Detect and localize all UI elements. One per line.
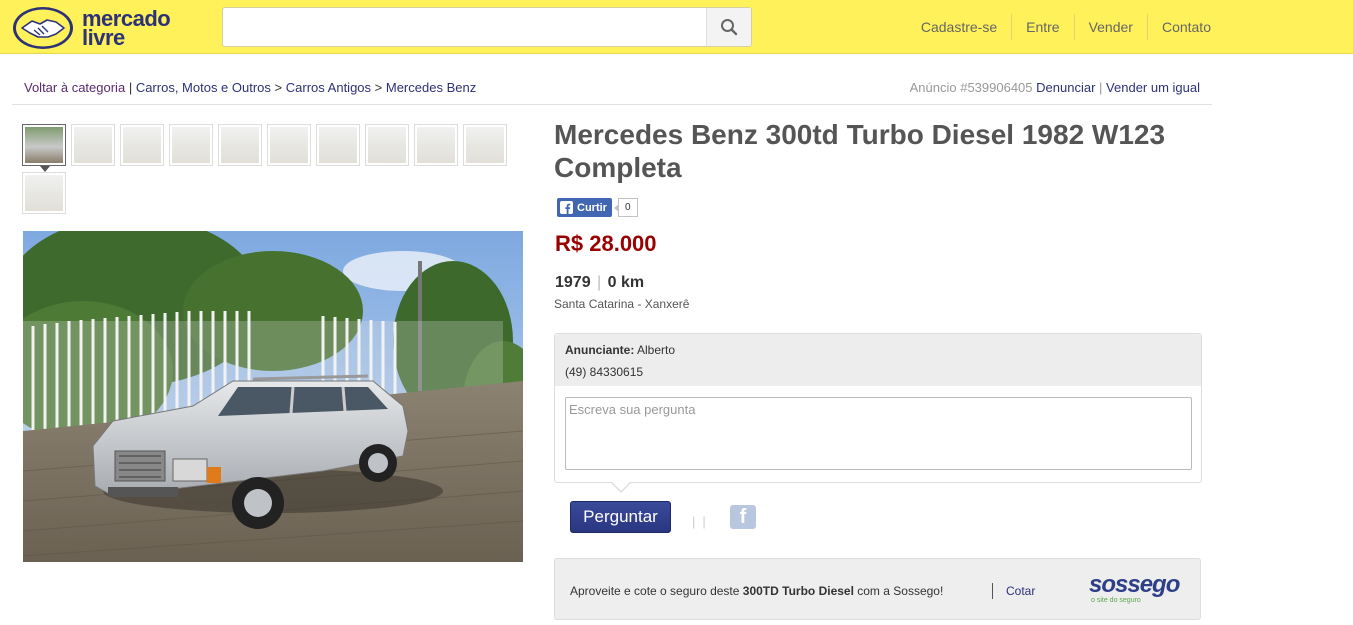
photo-thumbnail[interactable] xyxy=(22,124,66,166)
sossego-wordmark: sossego xyxy=(1089,571,1180,598)
thumbnail-image xyxy=(74,127,112,163)
insurance-banner: Aproveite e cote o seguro deste 300TD Tu… xyxy=(554,558,1201,620)
price: R$ 28.000 xyxy=(555,231,657,256)
breadcrumb: Voltar à categoria | Carros, Motos e Out… xyxy=(24,80,476,95)
top-header: mercado livre Cadastre-se Entre Vender C… xyxy=(0,0,1353,54)
facebook-like-button[interactable]: Curtir xyxy=(557,198,612,217)
nav-contato[interactable]: Contato xyxy=(1146,14,1225,40)
seller-box-pointer-inner xyxy=(611,481,631,491)
seller-name: Alberto xyxy=(637,343,676,357)
photo-thumbnail[interactable] xyxy=(71,124,115,166)
insurance-text-end: com a Sossego! xyxy=(853,584,944,598)
vehicle-specs: 1979 | 0 km xyxy=(555,274,644,292)
thumbnail-image xyxy=(368,127,406,163)
facebook-share-icon[interactable]: f xyxy=(730,505,756,529)
thumbnail-image xyxy=(25,175,63,211)
insurance-model: 300TD Turbo Diesel xyxy=(742,584,854,598)
photo-thumbnail[interactable] xyxy=(463,124,507,166)
search-button[interactable] xyxy=(706,8,751,46)
photo-thumbnail[interactable] xyxy=(120,124,164,166)
seller-phone: (49) 84330615 xyxy=(565,365,644,379)
ad-info-divider: | xyxy=(1099,80,1103,95)
quote-link[interactable]: Cotar xyxy=(1006,584,1035,598)
vehicle-year: 1979 xyxy=(555,274,591,291)
question-textarea[interactable] xyxy=(565,397,1192,470)
vehicle-mileage: 0 km xyxy=(607,274,645,291)
search-bar xyxy=(222,7,752,47)
ad-info: Anúncio #539906405 Denunciar | Vender um… xyxy=(910,80,1200,95)
thumbnail-image xyxy=(466,127,504,163)
nav-cadastre-se[interactable]: Cadastre-se xyxy=(907,14,1011,40)
top-nav: Cadastre-se Entre Vender Contato xyxy=(907,12,1225,42)
ad-id: Anúncio #539906405 xyxy=(909,80,1033,95)
photo-thumbnail[interactable] xyxy=(218,124,262,166)
mercadolivre-logo[interactable]: mercado livre xyxy=(12,5,182,51)
listing-title: Mercedes Benz 300td Turbo Diesel 1982 W1… xyxy=(554,119,1166,183)
photo-thumbnail[interactable] xyxy=(169,124,213,166)
insurance-text-start: Aproveite e cote o seguro deste xyxy=(570,584,743,598)
facebook-like-widget: Curtir 0 xyxy=(557,198,638,217)
photo-thumbnail[interactable] xyxy=(267,124,311,166)
seller-contact-box: Anunciante: Alberto (49) 84330615 xyxy=(554,333,1202,483)
ask-question-button[interactable]: Perguntar xyxy=(570,501,671,533)
specs-divider: | xyxy=(597,274,602,291)
thumbnail-image xyxy=(123,127,161,163)
breadcrumb-separator: > xyxy=(374,80,383,95)
like-label: Curtir xyxy=(577,201,607,214)
breadcrumb-separator: > xyxy=(274,80,283,95)
handshake-logo-icon xyxy=(13,7,73,49)
header-divider xyxy=(12,104,1212,105)
thumbnail-image xyxy=(417,127,455,163)
breadcrumb-item-carros-motos[interactable]: Carros, Motos e Outros xyxy=(136,80,271,95)
facebook-icon xyxy=(560,201,573,214)
location: Santa Catarina - Xanxerê xyxy=(554,297,690,311)
back-to-category-link[interactable]: Voltar à categoria xyxy=(24,80,125,95)
logo-wordmark: mercado livre xyxy=(82,8,171,49)
seller-name-row: Anunciante: Alberto xyxy=(565,343,675,357)
breadcrumb-divider: | xyxy=(128,80,136,95)
breadcrumb-item-mercedes-benz[interactable]: Mercedes Benz xyxy=(386,80,476,95)
thumbnail-image xyxy=(221,127,259,163)
photo-thumbnail[interactable] xyxy=(316,124,360,166)
nav-vender[interactable]: Vender xyxy=(1073,14,1147,40)
photo-thumbnail[interactable] xyxy=(414,124,458,166)
insurance-divider xyxy=(992,583,993,599)
photo-thumbnail[interactable] xyxy=(22,172,66,214)
like-count: 0 xyxy=(614,198,638,217)
seller-label: Anunciante: xyxy=(565,343,635,357)
breadcrumb-item-carros-antigos[interactable]: Carros Antigos xyxy=(286,80,371,95)
active-thumbnail-arrow-icon xyxy=(40,166,50,172)
insurance-text: Aproveite e cote o seguro deste 300TD Tu… xyxy=(570,584,943,598)
seller-info: Anunciante: Alberto (49) 84330615 xyxy=(555,334,1201,386)
thumbnail-image xyxy=(172,127,210,163)
photo-thumbnail[interactable] xyxy=(365,124,409,166)
thumbnail-image xyxy=(319,127,357,163)
share-divider: || xyxy=(692,514,713,529)
search-icon xyxy=(721,19,738,36)
nav-entre[interactable]: Entre xyxy=(1011,14,1073,40)
thumbnail-image xyxy=(270,127,308,163)
report-link[interactable]: Denunciar xyxy=(1036,80,1095,95)
car-photo-illustration xyxy=(23,231,523,562)
search-input[interactable] xyxy=(223,8,707,46)
sell-similar-link[interactable]: Vender um igual xyxy=(1106,80,1200,95)
sossego-tagline: o site do seguro xyxy=(1091,597,1141,604)
sossego-logo[interactable]: sossego o site do seguro xyxy=(1089,571,1189,611)
main-photo[interactable] xyxy=(23,231,523,562)
thumbnail-image xyxy=(25,127,63,163)
